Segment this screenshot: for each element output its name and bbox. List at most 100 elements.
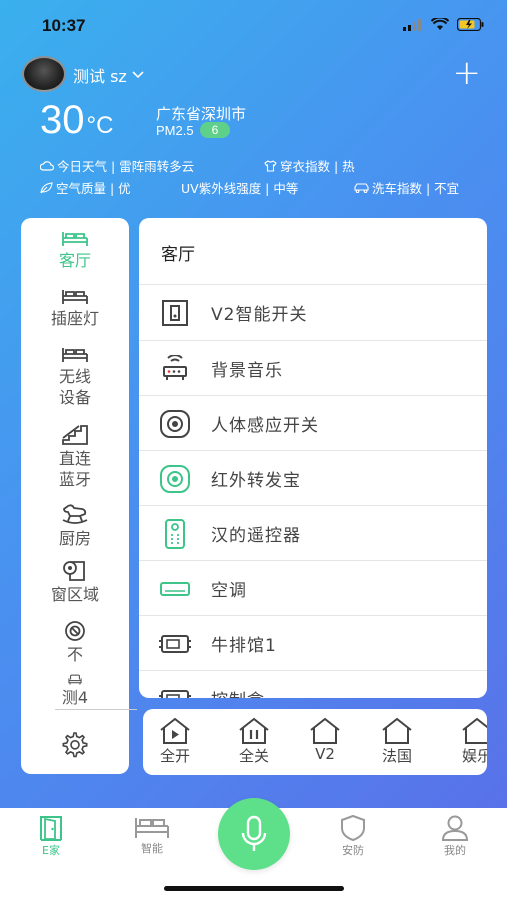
sidebar-item-kitchen[interactable]: 厨房 bbox=[21, 502, 129, 549]
gear-icon bbox=[62, 732, 88, 758]
device-label: 空调 bbox=[211, 581, 247, 601]
sidebar-item-label: 插座灯 bbox=[50, 309, 99, 328]
temperature-unit: °C bbox=[86, 112, 114, 139]
sidebar-item-bluetooth[interactable]: 直连蓝牙 bbox=[21, 424, 129, 490]
scene-all-on[interactable]: 全开 bbox=[145, 717, 205, 766]
city-name: 广东省深圳市 bbox=[156, 105, 247, 123]
signal-icon bbox=[403, 18, 421, 31]
device-label: 汉的遥控器 bbox=[211, 526, 301, 546]
room-sidebar: 客厅 插座灯 无线设备 直连蓝牙 厨房 窗区域 不 测4 bbox=[21, 218, 137, 774]
safe-icon bbox=[65, 621, 85, 641]
avatar[interactable] bbox=[22, 56, 66, 92]
room-settings-button[interactable] bbox=[59, 730, 89, 764]
router-icon bbox=[157, 351, 193, 387]
remote-icon bbox=[157, 516, 193, 552]
scene-bar: 全开 全关 V2 法国 娱乐 bbox=[143, 709, 487, 775]
home-icon bbox=[310, 717, 340, 744]
device-row-remote[interactable]: 汉的遥控器 bbox=[139, 506, 487, 561]
temperature-value: 30 bbox=[40, 98, 85, 142]
status-time: 10:37 bbox=[42, 16, 86, 35]
tab-home[interactable]: E家 bbox=[16, 814, 86, 858]
wifi-icon bbox=[431, 18, 449, 30]
sidebar-item-label: 直连蓝牙 bbox=[58, 449, 91, 489]
ir-blaster-icon bbox=[157, 461, 193, 497]
air-quality: 空气质量 | 优 bbox=[40, 178, 131, 197]
home-selector[interactable]: 测试 sz bbox=[73, 63, 145, 87]
sensor-icon bbox=[157, 406, 193, 442]
scene-entertainment[interactable]: 娱乐 bbox=[447, 717, 487, 766]
device-label: 人体感应开关 bbox=[211, 416, 319, 436]
sidebar-item-label: 测4 bbox=[61, 688, 89, 707]
pm-indicator: PM2.5 6 bbox=[156, 122, 231, 138]
door-icon bbox=[40, 816, 62, 841]
sidebar-item-no[interactable]: 不 bbox=[21, 620, 129, 665]
leaf-icon bbox=[40, 181, 53, 193]
sidebar-item-window-area[interactable]: 窗区域 bbox=[21, 560, 129, 605]
sidebar-item-test4[interactable]: 测4 bbox=[21, 674, 129, 708]
tab-bar: E家 智能 安防 我的 bbox=[0, 798, 507, 900]
home-play-icon bbox=[160, 717, 190, 744]
scene-label: V2 bbox=[315, 745, 335, 763]
sidebar-item-wireless[interactable]: 无线设备 bbox=[21, 346, 129, 408]
scene-label: 娱乐 bbox=[461, 747, 487, 765]
scene-label: 法国 bbox=[381, 747, 412, 765]
box-icon bbox=[157, 681, 193, 698]
tab-label: E家 bbox=[42, 844, 60, 857]
sidebar-item-label: 客厅 bbox=[58, 251, 91, 270]
device-label: 牛排馆1 bbox=[211, 636, 277, 656]
room-device-panel: 客厅 V2智能开关 背景音乐 人体感应开关 红外转发宝 汉的遥控器 空调 牛排馆… bbox=[139, 218, 487, 698]
device-row-motion-sensor[interactable]: 人体感应开关 bbox=[139, 396, 487, 451]
pm-badge: 6 bbox=[199, 122, 231, 138]
cloud-icon bbox=[40, 160, 54, 171]
scene-france[interactable]: 法国 bbox=[367, 717, 427, 766]
home-icon bbox=[462, 717, 487, 744]
dressing-index-text: 穿衣指数 | 热 bbox=[280, 159, 355, 174]
home-icon bbox=[382, 717, 412, 744]
sidebar-item-socket-light[interactable]: 插座灯 bbox=[21, 288, 129, 329]
home-name: 测试 sz bbox=[73, 67, 127, 86]
voice-button[interactable] bbox=[218, 798, 290, 870]
bed-icon bbox=[135, 818, 169, 838]
tab-smart[interactable]: 智能 bbox=[117, 814, 187, 856]
dressing-index: 穿衣指数 | 热 bbox=[264, 156, 355, 175]
scene-v2[interactable]: V2 bbox=[295, 717, 355, 763]
bed-icon bbox=[62, 232, 88, 246]
tab-security[interactable]: 安防 bbox=[318, 814, 388, 858]
sidebar-item-label: 窗区域 bbox=[50, 585, 99, 604]
device-label: 背景音乐 bbox=[211, 361, 283, 381]
battery-icon bbox=[457, 18, 484, 31]
sidebar-item-label: 厨房 bbox=[58, 529, 91, 548]
chevron-down-icon bbox=[132, 71, 144, 79]
user-icon bbox=[441, 815, 469, 841]
temperature: 30 °C bbox=[40, 98, 113, 143]
bed-icon bbox=[62, 348, 88, 362]
tab-profile[interactable]: 我的 bbox=[420, 814, 490, 858]
switch-icon bbox=[157, 295, 193, 331]
microphone-icon bbox=[241, 815, 267, 851]
uv-index: UV紫外线强度 | 中等 bbox=[181, 178, 298, 197]
device-row-v2-switch[interactable]: V2智能开关 bbox=[139, 285, 487, 340]
scene-label: 全开 bbox=[159, 747, 190, 765]
shirt-icon bbox=[264, 159, 277, 172]
scene-all-off[interactable]: 全关 bbox=[224, 717, 284, 766]
device-row-control-box[interactable]: 控制盒 bbox=[139, 671, 487, 698]
room-title: 客厅 bbox=[161, 245, 195, 265]
air-conditioner-icon bbox=[157, 571, 193, 607]
tab-label: 智能 bbox=[141, 842, 163, 855]
device-row-ir-blaster[interactable]: 红外转发宝 bbox=[139, 451, 487, 506]
tab-label: 我的 bbox=[444, 844, 466, 857]
device-row-ac[interactable]: 空调 bbox=[139, 561, 487, 616]
device-row-steakhouse[interactable]: 牛排馆1 bbox=[139, 616, 487, 671]
sidebar-item-living-room[interactable]: 客厅 bbox=[21, 230, 129, 271]
sidebar-divider bbox=[55, 709, 137, 710]
pm-label: PM2.5 bbox=[156, 122, 194, 138]
scene-label: 全关 bbox=[238, 747, 269, 765]
sofa-icon bbox=[68, 674, 82, 685]
stairs-icon bbox=[62, 425, 88, 445]
rocking-horse-icon bbox=[62, 504, 88, 524]
toilet-paper-icon bbox=[63, 561, 85, 581]
status-icons bbox=[403, 18, 485, 31]
device-row-music[interactable]: 背景音乐 bbox=[139, 341, 487, 396]
device-label: V2智能开关 bbox=[211, 305, 308, 325]
add-button[interactable]: + bbox=[453, 56, 482, 90]
